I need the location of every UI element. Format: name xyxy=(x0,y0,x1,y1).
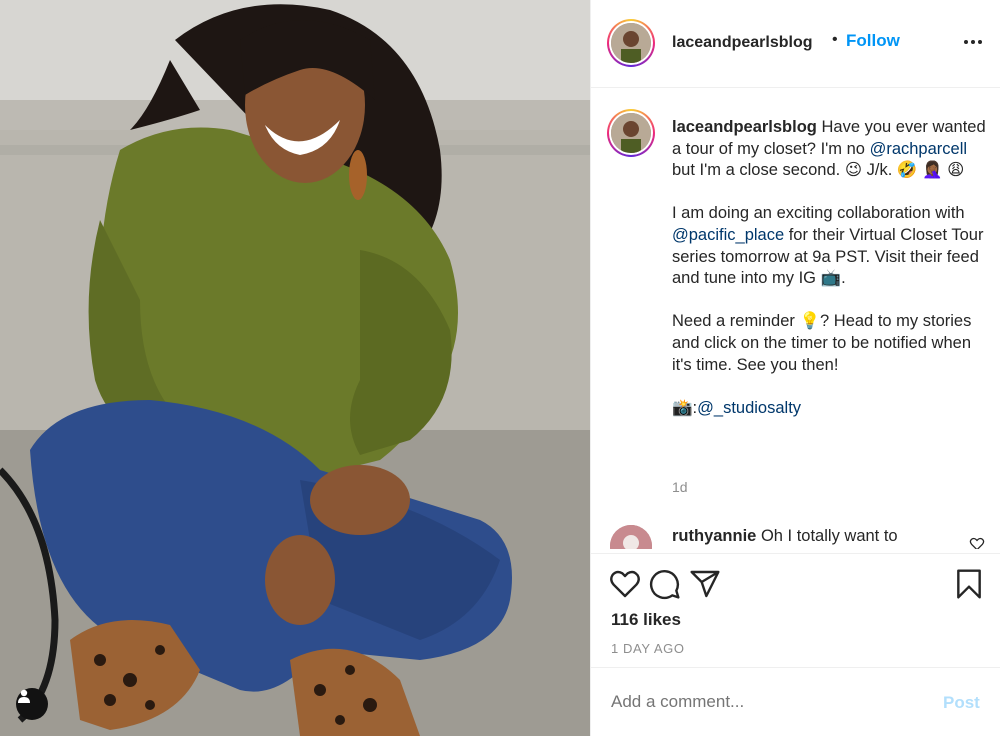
small-heart-icon[interactable] xyxy=(969,537,985,549)
caption-text-part: but I'm a close second. 😉 J/k. 🤣 🤦🏾‍♀️ 😩 xyxy=(672,161,965,180)
caption-text: laceandpearlsblog Have you ever wanted a… xyxy=(672,117,987,419)
caption-paragraph-4: 📸:@_studiosalty xyxy=(672,398,987,420)
mention-link[interactable]: @_studiosalty xyxy=(697,399,801,417)
caption-avatar[interactable] xyxy=(607,109,655,157)
caption-paragraph-1: laceandpearlsblog Have you ever wanted a… xyxy=(672,117,987,182)
caption-paragraph-2: I am doing an exciting collaboration wit… xyxy=(672,203,987,289)
user-tag-button[interactable] xyxy=(16,688,48,720)
post-photo[interactable] xyxy=(0,0,590,736)
caption-text-part: I am doing an exciting collaboration wit… xyxy=(672,204,965,223)
caption-area: laceandpearlsblog Have you ever wanted a… xyxy=(591,89,1000,549)
mention-link[interactable]: @rachparcell xyxy=(870,140,967,158)
comment-text: ruthyannie Oh I totally want to xyxy=(672,527,898,546)
commenter-avatar[interactable] xyxy=(610,525,652,549)
add-comment-bar: Post xyxy=(591,667,1000,736)
caption-paragraph-3: Need a reminder 💡? Head to my stories an… xyxy=(672,312,972,374)
camera-emoji: 📸 xyxy=(672,398,693,417)
comment-row: ruthyannie Oh I totally want to xyxy=(591,521,1000,549)
share-icon[interactable] xyxy=(689,568,721,600)
comment-icon[interactable] xyxy=(649,568,681,600)
post-header: laceandpearlsblog • Follow xyxy=(591,0,1000,88)
post-timestamp[interactable]: 1 DAY AGO xyxy=(611,641,685,656)
commenter-username[interactable]: ruthyannie xyxy=(672,527,756,545)
more-options-icon[interactable] xyxy=(961,30,985,54)
post-comment-button[interactable]: Post xyxy=(943,693,980,713)
action-bar: 116 likes 1 DAY AGO xyxy=(591,553,1000,667)
mention-link[interactable]: @pacific_place xyxy=(672,226,784,244)
user-tag-icon xyxy=(18,689,30,703)
author-username[interactable]: laceandpearlsblog xyxy=(672,34,813,52)
heart-icon[interactable] xyxy=(609,568,641,600)
comment-input[interactable] xyxy=(611,692,911,712)
likes-count[interactable]: 116 likes xyxy=(611,610,681,630)
photo-illustration xyxy=(0,0,590,736)
separator-dot: • xyxy=(832,31,838,48)
author-avatar[interactable] xyxy=(607,19,655,67)
caption-age[interactable]: 1d xyxy=(672,479,688,495)
caption-username[interactable]: laceandpearlsblog xyxy=(672,118,817,136)
bookmark-icon[interactable] xyxy=(953,568,985,600)
comment-body: Oh I totally want to xyxy=(760,527,898,545)
follow-button[interactable]: Follow xyxy=(846,31,900,51)
post-details-panel: laceandpearlsblog • Follow laceandpearls… xyxy=(590,0,1000,736)
